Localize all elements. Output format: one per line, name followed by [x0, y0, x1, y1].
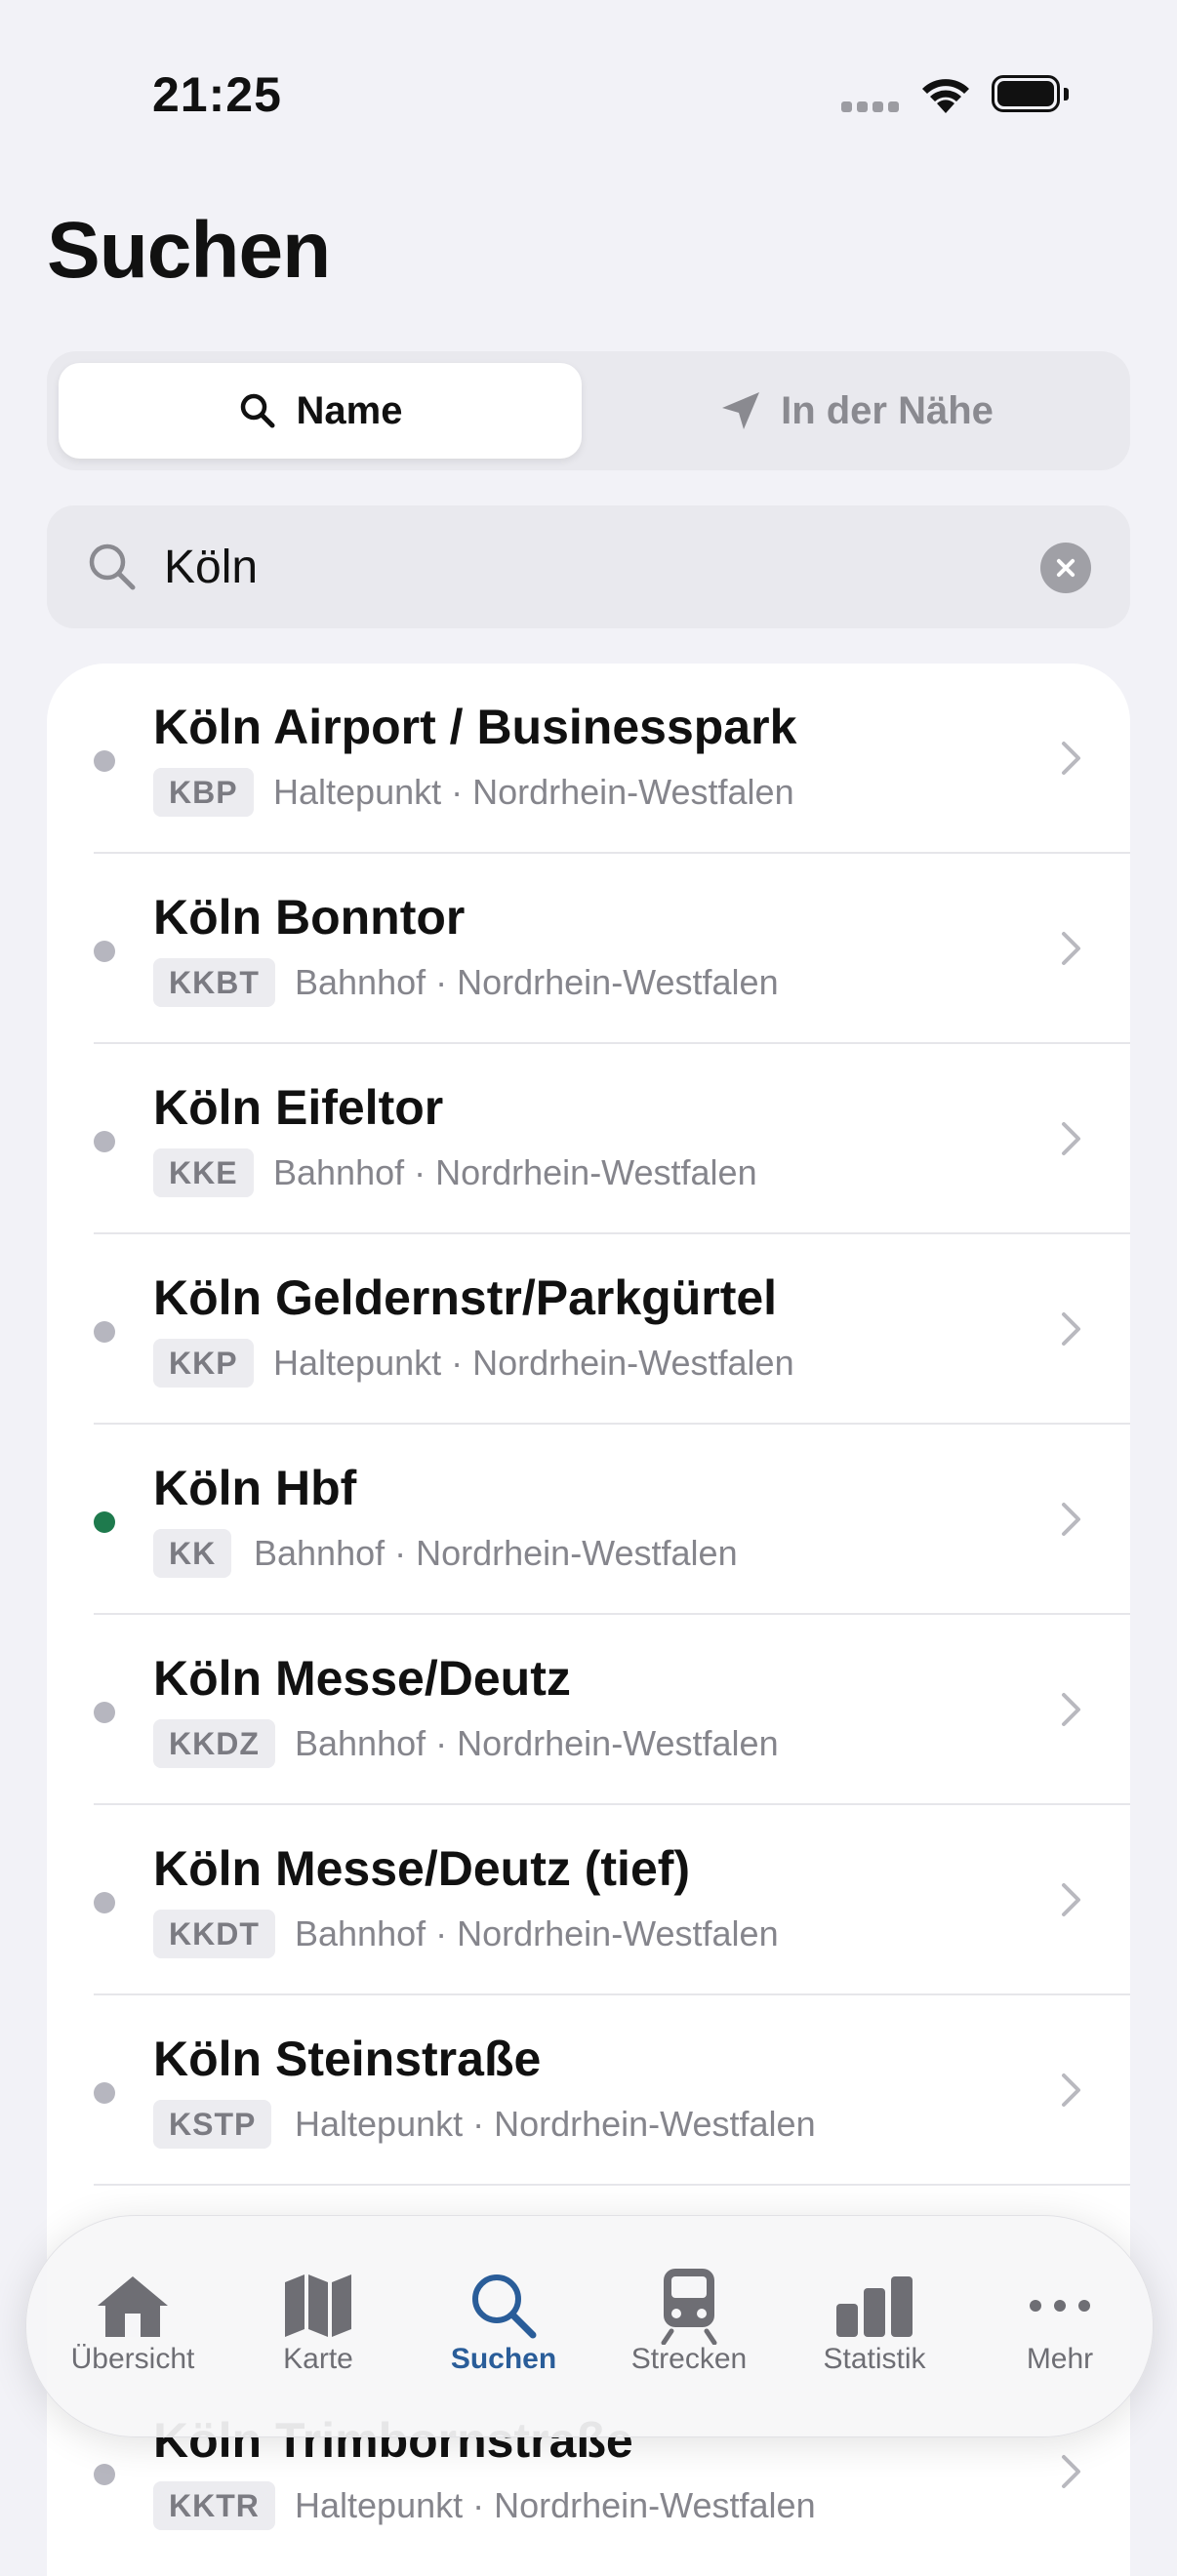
station-code-badge: KSTP [153, 2100, 272, 2149]
segment-nearby[interactable]: In der Nähe [595, 363, 1118, 459]
tab-statistik[interactable]: Statistik [782, 2216, 967, 2436]
status-dot [94, 750, 115, 772]
list-item[interactable]: Köln Eifeltor KKE Bahnhof · Nordrhein-We… [47, 1044, 1130, 1234]
bar-chart-icon [836, 2276, 913, 2337]
status-dot [94, 1702, 115, 1723]
cellular-signal-icon [841, 101, 900, 113]
page-title: Suchen [47, 206, 331, 295]
chevron-right-icon [1062, 1503, 1080, 1536]
station-name: Köln Hbf [153, 1461, 357, 1515]
segment-nearby-label: In der Nähe [781, 388, 994, 432]
status-dot [94, 1321, 115, 1343]
location-arrow-icon [722, 392, 760, 429]
tab-mehr[interactable]: Mehr [967, 2216, 1153, 2436]
status-dot [94, 2464, 115, 2485]
tab-label: Suchen [450, 2343, 557, 2375]
chevron-right-icon [1062, 1122, 1080, 1155]
chevron-right-icon [1062, 1883, 1080, 1916]
station-name: Köln Geldernstr/Parkgürtel [153, 1270, 778, 1325]
station-type: Bahnhof · Nordrhein-Westfalen [295, 1913, 779, 1953]
list-item[interactable]: Köln Messe/Deutz (tief) KKDT Bahnhof · N… [47, 1805, 1130, 1995]
list-item[interactable]: Köln Messe/Deutz KKDZ Bahnhof · Nordrhei… [47, 1615, 1130, 1805]
search-icon [89, 543, 136, 590]
list-item[interactable]: Köln Bonntor KKBT Bahnhof · Nordrhein-We… [47, 854, 1130, 1044]
status-dot [94, 1892, 115, 1913]
status-dot [94, 1131, 115, 1152]
tab-label: Mehr [1026, 2343, 1094, 2375]
search-icon [240, 393, 275, 428]
list-item[interactable]: Köln Airport / Businesspark KBP Haltepun… [47, 664, 1130, 854]
ellipsis-icon [1030, 2300, 1090, 2312]
list-item[interactable]: Köln Steinstraße KSTP Haltepunkt · Nordr… [47, 1995, 1130, 2186]
chevron-right-icon [1062, 2073, 1080, 2107]
segment-name[interactable]: Name [59, 363, 582, 459]
station-name: Köln Eifeltor [153, 1080, 444, 1135]
tab-uebersicht[interactable]: Übersicht [40, 2216, 225, 2436]
station-code-badge: KKTR [153, 2481, 275, 2530]
station-name: Köln Messe/Deutz [153, 1651, 571, 1706]
tab-label: Karte [283, 2343, 353, 2375]
search-field [47, 505, 1130, 628]
station-type: Haltepunkt · Nordrhein-Westfalen [295, 2104, 816, 2144]
chevron-right-icon [1062, 1312, 1080, 1346]
list-item[interactable]: Köln Hbf KK Bahnhof · Nordrhein-Westfale… [47, 1425, 1130, 1615]
tab-karte[interactable]: Karte [225, 2216, 411, 2436]
battery-icon [992, 75, 1070, 114]
station-name: Köln Steinstraße [153, 2032, 542, 2086]
station-code-badge: KKDT [153, 1910, 275, 1958]
station-code-badge: KKDZ [153, 1719, 275, 1768]
station-code-badge: KKE [153, 1148, 254, 1197]
status-dot [94, 941, 115, 962]
station-code-badge: KKP [153, 1339, 254, 1388]
tab-label: Übersicht [70, 2343, 195, 2375]
wifi-icon [922, 79, 969, 113]
chevron-right-icon [1062, 932, 1080, 965]
station-type: Haltepunkt · Nordrhein-Westfalen [273, 1343, 794, 1383]
clear-search-button[interactable] [1040, 543, 1091, 593]
tab-bar: Übersicht Karte Suchen Strecken Statisti… [25, 2215, 1154, 2437]
station-type: Haltepunkt · Nordrhein-Westfalen [273, 772, 794, 812]
station-name: Köln Messe/Deutz (tief) [153, 1841, 691, 1896]
status-dot [94, 2082, 115, 2104]
station-name: Köln Airport / Businesspark [153, 700, 797, 754]
segment-name-label: Name [296, 388, 403, 432]
search-input[interactable] [164, 529, 1042, 605]
station-code-badge: KK [153, 1529, 232, 1578]
search-icon [472, 2274, 537, 2339]
status-bar: 21:25 [0, 0, 1177, 176]
map-icon [285, 2274, 351, 2337]
station-type: Haltepunkt · Nordrhein-Westfalen [295, 2485, 816, 2525]
station-type: Bahnhof · Nordrhein-Westfalen [295, 1723, 779, 1763]
station-type: Bahnhof · Nordrhein-Westfalen [254, 1533, 738, 1573]
train-icon [661, 2269, 717, 2345]
tab-label: Strecken [630, 2343, 748, 2375]
chevron-right-icon [1062, 2455, 1080, 2488]
house-icon [98, 2276, 168, 2337]
station-code-badge: KKBT [153, 958, 275, 1007]
chevron-right-icon [1062, 1693, 1080, 1726]
chevron-right-icon [1062, 742, 1080, 775]
status-dot [94, 1511, 115, 1533]
search-mode-segmented-control: Name In der Nähe [47, 351, 1130, 470]
station-type: Bahnhof · Nordrhein-Westfalen [273, 1152, 757, 1192]
tab-suchen[interactable]: Suchen [411, 2216, 596, 2436]
divider [94, 2184, 1130, 2186]
status-time: 21:25 [152, 67, 282, 122]
station-name: Köln Bonntor [153, 890, 466, 945]
list-item[interactable]: Köln Geldernstr/Parkgürtel KKP Haltepunk… [47, 1234, 1130, 1425]
tab-label: Statistik [823, 2343, 926, 2375]
tab-strecken[interactable]: Strecken [596, 2216, 782, 2436]
station-type: Bahnhof · Nordrhein-Westfalen [295, 962, 779, 1002]
station-code-badge: KBP [153, 768, 254, 817]
